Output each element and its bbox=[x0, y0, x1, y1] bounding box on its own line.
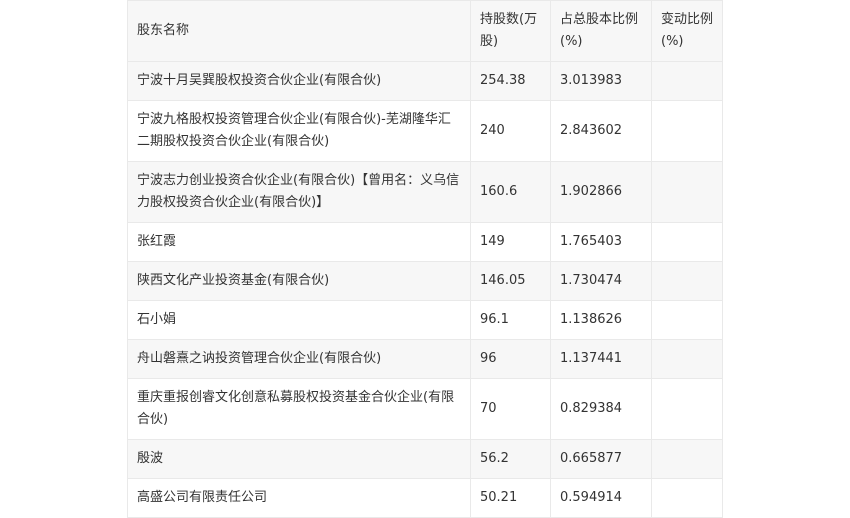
cell-ratio: 0.829384 bbox=[550, 378, 652, 440]
cell-ratio: 0.594914 bbox=[550, 478, 652, 518]
cell-shares: 240 bbox=[470, 100, 551, 162]
cell-shares: 146.05 bbox=[470, 261, 551, 301]
table-row: 舟山磐熹之讷投资管理合伙企业(有限合伙) 96 1.137441 bbox=[127, 339, 723, 379]
cell-change bbox=[651, 61, 723, 101]
shareholders-table: 股东名称 持股数(万股) 占总股本比例(%) 变动比例(%) 宁波十月吴巽股权投… bbox=[127, 0, 723, 518]
cell-change bbox=[651, 439, 723, 479]
cell-shareholder-name: 高盛公司有限责任公司 bbox=[127, 478, 471, 518]
cell-change bbox=[651, 378, 723, 440]
table-row: 张红霞 149 1.765403 bbox=[127, 222, 723, 262]
cell-shares: 70 bbox=[470, 378, 551, 440]
table-row: 宁波志力创业投资合伙企业(有限合伙)【曾用名：义乌信力股权投资合伙企业(有限合伙… bbox=[127, 161, 723, 223]
cell-shareholder-name: 石小娟 bbox=[127, 300, 471, 340]
table-row: 殷波 56.2 0.665877 bbox=[127, 439, 723, 479]
cell-ratio: 0.665877 bbox=[550, 439, 652, 479]
page: 股东名称 持股数(万股) 占总股本比例(%) 变动比例(%) 宁波十月吴巽股权投… bbox=[0, 0, 850, 518]
header-shareholder-name: 股东名称 bbox=[127, 0, 471, 62]
cell-ratio: 1.137441 bbox=[550, 339, 652, 379]
header-ratio: 占总股本比例(%) bbox=[550, 0, 652, 62]
cell-change bbox=[651, 339, 723, 379]
cell-ratio: 1.902866 bbox=[550, 161, 652, 223]
cell-shareholder-name: 舟山磐熹之讷投资管理合伙企业(有限合伙) bbox=[127, 339, 471, 379]
cell-shareholder-name: 张红霞 bbox=[127, 222, 471, 262]
cell-shares: 50.21 bbox=[470, 478, 551, 518]
cell-shareholder-name: 殷波 bbox=[127, 439, 471, 479]
cell-shareholder-name: 宁波九格股权投资管理合伙企业(有限合伙)-芜湖隆华汇二期股权投资合伙企业(有限合… bbox=[127, 100, 471, 162]
header-row: 股东名称 持股数(万股) 占总股本比例(%) 变动比例(%) bbox=[127, 0, 723, 62]
table-row: 石小娟 96.1 1.138626 bbox=[127, 300, 723, 340]
cell-ratio: 3.013983 bbox=[550, 61, 652, 101]
cell-shares: 96 bbox=[470, 339, 551, 379]
cell-shares: 96.1 bbox=[470, 300, 551, 340]
cell-change bbox=[651, 222, 723, 262]
table-row: 宁波十月吴巽股权投资合伙企业(有限合伙) 254.38 3.013983 bbox=[127, 61, 723, 101]
table-header: 股东名称 持股数(万股) 占总股本比例(%) 变动比例(%) bbox=[127, 0, 723, 62]
table-row: 重庆重报创睿文化创意私募股权投资基金合伙企业(有限合伙) 70 0.829384 bbox=[127, 378, 723, 440]
cell-ratio: 1.730474 bbox=[550, 261, 652, 301]
cell-shares: 56.2 bbox=[470, 439, 551, 479]
cell-shareholder-name: 重庆重报创睿文化创意私募股权投资基金合伙企业(有限合伙) bbox=[127, 378, 471, 440]
header-change: 变动比例(%) bbox=[651, 0, 723, 62]
cell-ratio: 1.138626 bbox=[550, 300, 652, 340]
table-row: 高盛公司有限责任公司 50.21 0.594914 bbox=[127, 478, 723, 518]
cell-shares: 254.38 bbox=[470, 61, 551, 101]
header-shares: 持股数(万股) bbox=[470, 0, 551, 62]
cell-ratio: 2.843602 bbox=[550, 100, 652, 162]
cell-change bbox=[651, 161, 723, 223]
cell-shareholder-name: 宁波十月吴巽股权投资合伙企业(有限合伙) bbox=[127, 61, 471, 101]
cell-change bbox=[651, 100, 723, 162]
table-row: 陕西文化产业投资基金(有限合伙) 146.05 1.730474 bbox=[127, 261, 723, 301]
table-body: 宁波十月吴巽股权投资合伙企业(有限合伙) 254.38 3.013983 宁波九… bbox=[127, 61, 723, 518]
table-row: 宁波九格股权投资管理合伙企业(有限合伙)-芜湖隆华汇二期股权投资合伙企业(有限合… bbox=[127, 100, 723, 162]
cell-shareholder-name: 陕西文化产业投资基金(有限合伙) bbox=[127, 261, 471, 301]
cell-shares: 160.6 bbox=[470, 161, 551, 223]
cell-change bbox=[651, 261, 723, 301]
cell-shareholder-name: 宁波志力创业投资合伙企业(有限合伙)【曾用名：义乌信力股权投资合伙企业(有限合伙… bbox=[127, 161, 471, 223]
cell-shares: 149 bbox=[470, 222, 551, 262]
cell-change bbox=[651, 300, 723, 340]
cell-change bbox=[651, 478, 723, 518]
cell-ratio: 1.765403 bbox=[550, 222, 652, 262]
